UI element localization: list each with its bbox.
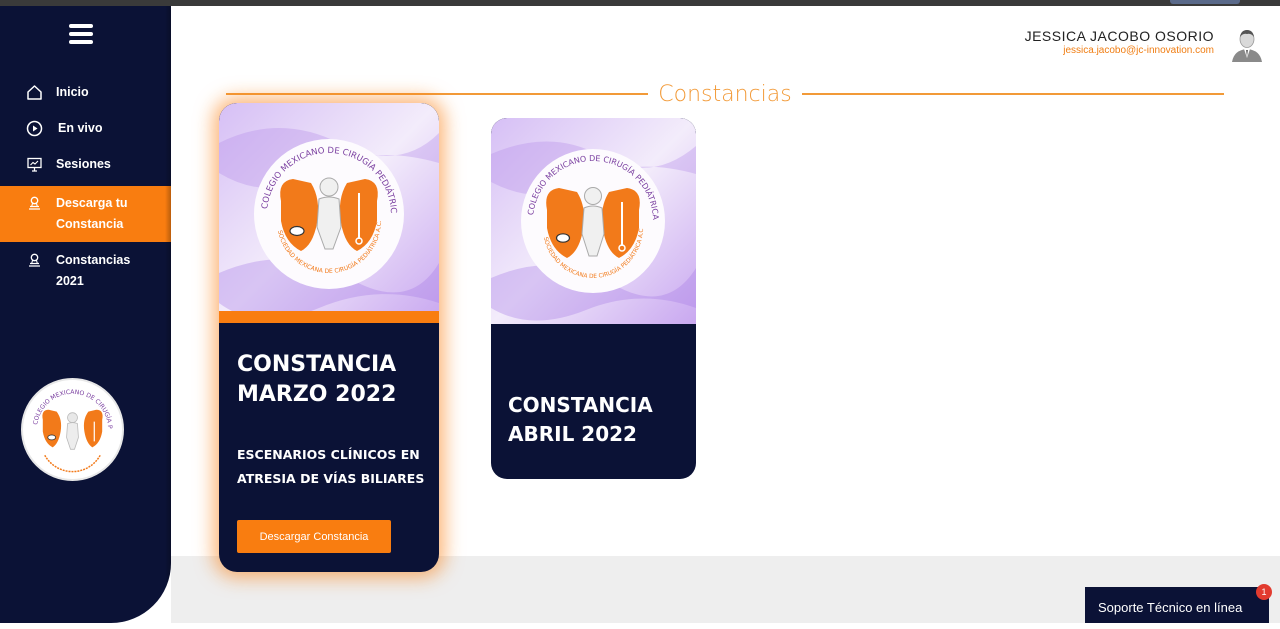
sidebar-item-label: Sesiones [56,157,111,171]
support-label: Soporte Técnico en línea [1098,600,1243,615]
card-title-line2: MARZO 2022 [237,382,397,407]
title-divider-right [801,93,1224,95]
sidebar-item-constancias-2021[interactable]: Constancias 2021 [0,250,171,292]
title-divider-left [226,93,649,95]
page-title: Constancias [658,81,792,107]
support-chat-button[interactable]: Soporte Técnico en línea 1 [1085,584,1272,623]
sidebar-item-label: Descarga tu Constancia [56,196,128,231]
certificate-icon [24,193,44,213]
constancia-card-abril[interactable]: COLEGIO MEXICANO DE CIRUGÍA PEDIÁTRICA A… [491,118,696,479]
sidebar-item-label: En vivo [58,121,103,135]
browser-tab-indicator [1170,0,1240,4]
card-title: CONSTANCIA MARZO 2022 [237,350,427,410]
card-subtitle: ESCENARIOS CLÍNICOS EN ATRESIA DE VÍAS B… [237,443,427,491]
sidebar-item-label: Inicio [56,85,89,99]
play-circle-icon [24,118,44,138]
card-title-line1: CONSTANCIA [508,393,653,417]
sidebar-item-sesiones[interactable]: Sesiones [0,154,171,175]
constancia-card-marzo[interactable]: COLEGIO MEXICANO DE CIRUGÍA PEDIÁTRICA A… [219,103,439,572]
user-name: JESSICA JACOBO OSORIO [1024,28,1214,44]
card-accent-bar [219,311,439,323]
hamburger-menu-icon[interactable] [69,24,93,44]
user-info: JESSICA JACOBO OSORIO jessica.jacobo@jc-… [1025,28,1214,56]
presentation-icon [24,154,44,174]
sidebar-item-en-vivo[interactable]: En vivo [0,118,171,139]
card-title-line1: CONSTANCIA [237,352,397,377]
sidebar: Inicio En vivo Sesiones Descarga tu Cons… [0,6,171,623]
card-image: COLEGIO MEXICANO DE CIRUGÍA PEDIÁTRICA A… [219,103,439,323]
certificate-icon [24,250,44,270]
card-title-line2: ABRIL 2022 [508,422,637,446]
user-avatar[interactable] [1230,26,1264,62]
card-subtitle-line1: ESCENARIOS CLÍNICOS EN [237,447,420,462]
download-constancia-button[interactable]: Descargar Constancia [237,520,391,553]
card-image: COLEGIO MEXICANO DE CIRUGÍA PEDIÁTRICA A… [491,118,696,324]
sidebar-item-descarga-constancia[interactable]: Descarga tu Constancia [0,186,171,242]
card-title: CONSTANCIA ABRIL 2022 [508,391,688,449]
society-logo: COLEGIO MEXICANO DE CIRUGÍA PEDIÁTRICA A… [21,378,124,481]
card-subtitle-line2: ATRESIA DE VÍAS BILIARES [237,471,425,486]
notification-badge: 1 [1256,584,1272,600]
sidebar-item-inicio[interactable]: Inicio [0,82,171,103]
home-icon [24,82,44,102]
sidebar-item-label: Constancias 2021 [56,253,131,288]
user-email: jessica.jacobo@jc-innovation.com [1063,45,1214,56]
browser-top-strip [0,0,1280,6]
